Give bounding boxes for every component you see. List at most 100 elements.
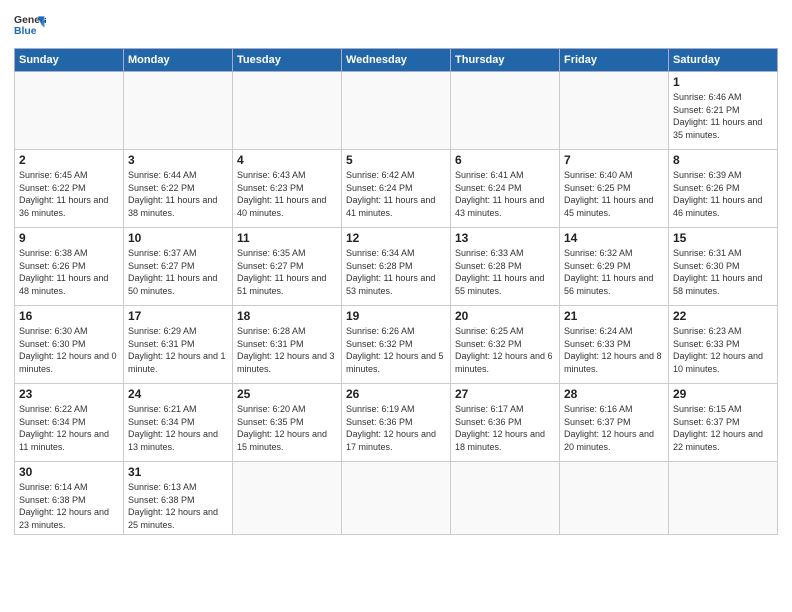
- weekday-header-monday: Monday: [124, 49, 233, 72]
- day-number: 8: [673, 153, 773, 167]
- day-info: Sunrise: 6:24 AM Sunset: 6:33 PM Dayligh…: [564, 325, 664, 375]
- calendar-cell: 27 Sunrise: 6:17 AM Sunset: 6:36 PM Dayli…: [451, 384, 560, 462]
- day-number: 23: [19, 387, 119, 401]
- day-number: 5: [346, 153, 446, 167]
- day-info: Sunrise: 6:38 AM Sunset: 6:26 PM Dayligh…: [19, 247, 119, 297]
- day-number: 27: [455, 387, 555, 401]
- day-number: 2: [19, 153, 119, 167]
- calendar-cell: 28 Sunrise: 6:16 AM Sunset: 6:37 PM Dayli…: [560, 384, 669, 462]
- day-info: Sunrise: 6:20 AM Sunset: 6:35 PM Dayligh…: [237, 403, 337, 453]
- calendar-cell: 30 Sunrise: 6:14 AM Sunset: 6:38 PM Dayli…: [15, 462, 124, 535]
- day-number: 13: [455, 231, 555, 245]
- day-info: Sunrise: 6:44 AM Sunset: 6:22 PM Dayligh…: [128, 169, 228, 219]
- day-number: 25: [237, 387, 337, 401]
- day-info: Sunrise: 6:33 AM Sunset: 6:28 PM Dayligh…: [455, 247, 555, 297]
- calendar-cell: 10Sunrise: 6:37 AM Sunset: 6:27 PM Dayli…: [124, 228, 233, 306]
- calendar-cell: 20 Sunrise: 6:25 AM Sunset: 6:32 PM Dayli…: [451, 306, 560, 384]
- svg-text:Blue: Blue: [14, 26, 37, 37]
- calendar-cell: 4Sunrise: 6:43 AM Sunset: 6:23 PM Daylig…: [233, 150, 342, 228]
- weekday-header-thursday: Thursday: [451, 49, 560, 72]
- calendar-cell: 5 Sunrise: 6:42 AM Sunset: 6:24 PM Daylig…: [342, 150, 451, 228]
- weekday-header-tuesday: Tuesday: [233, 49, 342, 72]
- day-number: 28: [564, 387, 664, 401]
- day-number: 6: [455, 153, 555, 167]
- calendar-cell: 18Sunrise: 6:28 AM Sunset: 6:31 PM Dayli…: [233, 306, 342, 384]
- day-number: 1: [673, 75, 773, 89]
- calendar-cell: 31Sunrise: 6:13 AM Sunset: 6:38 PM Dayli…: [124, 462, 233, 535]
- calendar-cell: 22 Sunrise: 6:23 AM Sunset: 6:33 PM Dayli…: [669, 306, 778, 384]
- day-number: 24: [128, 387, 228, 401]
- calendar-cell: 2 Sunrise: 6:45 AM Sunset: 6:22 PM Daylig…: [15, 150, 124, 228]
- day-number: 15: [673, 231, 773, 245]
- calendar-cell: 3 Sunrise: 6:44 AM Sunset: 6:22 PM Daylig…: [124, 150, 233, 228]
- logo-area: General Blue: [14, 10, 46, 42]
- calendar-cell: [669, 462, 778, 535]
- day-number: 26: [346, 387, 446, 401]
- calendar-cell: 24 Sunrise: 6:21 AM Sunset: 6:34 PM Dayli…: [124, 384, 233, 462]
- day-number: 29: [673, 387, 773, 401]
- day-info: Sunrise: 6:15 AM Sunset: 6:37 PM Dayligh…: [673, 403, 773, 453]
- day-number: 3: [128, 153, 228, 167]
- calendar-cell: 14 Sunrise: 6:32 AM Sunset: 6:29 PM Dayli…: [560, 228, 669, 306]
- calendar-week-row: 9 Sunrise: 6:38 AM Sunset: 6:26 PM Daylig…: [15, 228, 778, 306]
- calendar-week-row: 23Sunrise: 6:22 AM Sunset: 6:34 PM Dayli…: [15, 384, 778, 462]
- weekday-header-saturday: Saturday: [669, 49, 778, 72]
- calendar-cell: 26 Sunrise: 6:19 AM Sunset: 6:36 PM Dayli…: [342, 384, 451, 462]
- day-number: 18: [237, 309, 337, 323]
- day-number: 30: [19, 465, 119, 479]
- day-info: Sunrise: 6:35 AM Sunset: 6:27 PM Dayligh…: [237, 247, 337, 297]
- day-info: Sunrise: 6:26 AM Sunset: 6:32 PM Dayligh…: [346, 325, 446, 375]
- day-info: Sunrise: 6:30 AM Sunset: 6:30 PM Dayligh…: [19, 325, 119, 375]
- day-info: Sunrise: 6:43 AM Sunset: 6:23 PM Dayligh…: [237, 169, 337, 219]
- day-info: Sunrise: 6:41 AM Sunset: 6:24 PM Dayligh…: [455, 169, 555, 219]
- weekday-header-wednesday: Wednesday: [342, 49, 451, 72]
- calendar-cell: 19 Sunrise: 6:26 AM Sunset: 6:32 PM Dayli…: [342, 306, 451, 384]
- day-info: Sunrise: 6:23 AM Sunset: 6:33 PM Dayligh…: [673, 325, 773, 375]
- day-number: 9: [19, 231, 119, 245]
- day-info: Sunrise: 6:42 AM Sunset: 6:24 PM Dayligh…: [346, 169, 446, 219]
- day-number: 20: [455, 309, 555, 323]
- calendar-cell: 9 Sunrise: 6:38 AM Sunset: 6:26 PM Daylig…: [15, 228, 124, 306]
- weekday-header-row: SundayMondayTuesdayWednesdayThursdayFrid…: [15, 49, 778, 72]
- calendar-cell: [560, 72, 669, 150]
- calendar-cell: [233, 72, 342, 150]
- day-info: Sunrise: 6:19 AM Sunset: 6:36 PM Dayligh…: [346, 403, 446, 453]
- calendar-cell: [451, 462, 560, 535]
- day-info: Sunrise: 6:29 AM Sunset: 6:31 PM Dayligh…: [128, 325, 228, 375]
- day-number: 16: [19, 309, 119, 323]
- day-number: 19: [346, 309, 446, 323]
- day-info: Sunrise: 6:25 AM Sunset: 6:32 PM Dayligh…: [455, 325, 555, 375]
- day-info: Sunrise: 6:16 AM Sunset: 6:37 PM Dayligh…: [564, 403, 664, 453]
- calendar-cell: 8 Sunrise: 6:39 AM Sunset: 6:26 PM Daylig…: [669, 150, 778, 228]
- calendar-cell: 13 Sunrise: 6:33 AM Sunset: 6:28 PM Dayli…: [451, 228, 560, 306]
- calendar-week-row: 1Sunrise: 6:46 AM Sunset: 6:21 PM Daylig…: [15, 72, 778, 150]
- day-info: Sunrise: 6:14 AM Sunset: 6:38 PM Dayligh…: [19, 481, 119, 531]
- day-info: Sunrise: 6:40 AM Sunset: 6:25 PM Dayligh…: [564, 169, 664, 219]
- calendar-cell: [560, 462, 669, 535]
- day-number: 11: [237, 231, 337, 245]
- day-info: Sunrise: 6:21 AM Sunset: 6:34 PM Dayligh…: [128, 403, 228, 453]
- calendar-cell: [15, 72, 124, 150]
- calendar-cell: 17 Sunrise: 6:29 AM Sunset: 6:31 PM Dayli…: [124, 306, 233, 384]
- day-info: Sunrise: 6:17 AM Sunset: 6:36 PM Dayligh…: [455, 403, 555, 453]
- day-info: Sunrise: 6:39 AM Sunset: 6:26 PM Dayligh…: [673, 169, 773, 219]
- calendar-cell: 6 Sunrise: 6:41 AM Sunset: 6:24 PM Daylig…: [451, 150, 560, 228]
- day-number: 22: [673, 309, 773, 323]
- calendar-cell: 23Sunrise: 6:22 AM Sunset: 6:34 PM Dayli…: [15, 384, 124, 462]
- day-info: Sunrise: 6:45 AM Sunset: 6:22 PM Dayligh…: [19, 169, 119, 219]
- day-number: 14: [564, 231, 664, 245]
- calendar-cell: [233, 462, 342, 535]
- calendar-table: SundayMondayTuesdayWednesdayThursdayFrid…: [14, 48, 778, 535]
- day-number: 12: [346, 231, 446, 245]
- generalblue-logo-icon: General Blue: [14, 10, 46, 42]
- calendar-week-row: 2 Sunrise: 6:45 AM Sunset: 6:22 PM Daylig…: [15, 150, 778, 228]
- day-info: Sunrise: 6:32 AM Sunset: 6:29 PM Dayligh…: [564, 247, 664, 297]
- calendar-cell: 7Sunrise: 6:40 AM Sunset: 6:25 PM Daylig…: [560, 150, 669, 228]
- header: General Blue: [14, 10, 778, 42]
- day-number: 21: [564, 309, 664, 323]
- day-info: Sunrise: 6:37 AM Sunset: 6:27 PM Dayligh…: [128, 247, 228, 297]
- day-number: 17: [128, 309, 228, 323]
- weekday-header-friday: Friday: [560, 49, 669, 72]
- calendar-cell: 12Sunrise: 6:34 AM Sunset: 6:28 PM Dayli…: [342, 228, 451, 306]
- calendar-cell: [342, 462, 451, 535]
